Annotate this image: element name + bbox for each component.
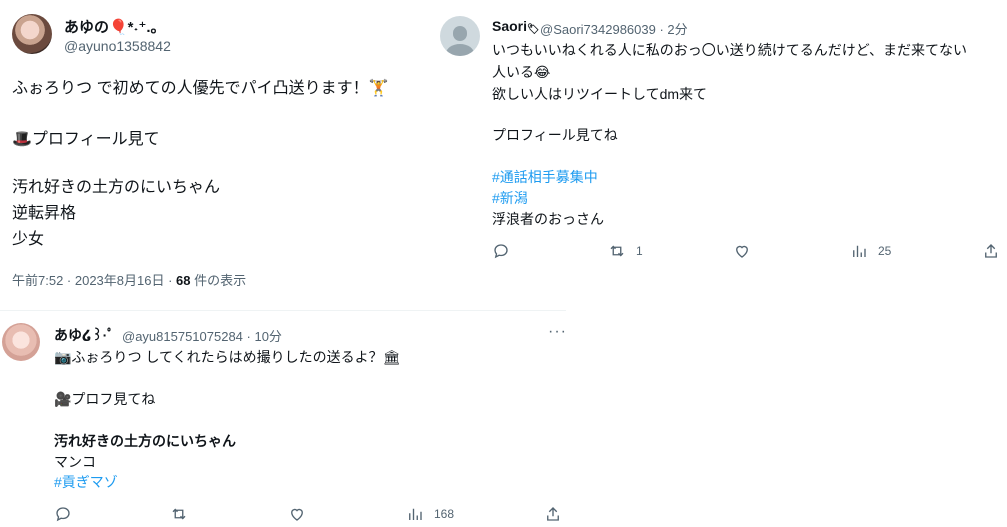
views-icon [409, 508, 422, 520]
tweet-line-6: 逆転昇格 [12, 205, 77, 222]
views-label: 件の表示 [190, 273, 247, 288]
tweet-line-3: 欲しい人はリツイートしてdm来て [492, 86, 708, 102]
user-avatar[interactable] [12, 14, 52, 54]
views-count: 68 [176, 273, 191, 288]
user-avatar[interactable] [440, 16, 480, 56]
tweet-line-5: 浮浪者のおっさん [492, 211, 604, 227]
like-icon [291, 508, 303, 521]
retweet-count: 1 [636, 244, 643, 258]
tweet-line-7: 少女 [12, 231, 45, 248]
share-button[interactable] [544, 505, 562, 523]
views-count: 168 [434, 507, 455, 521]
hashtag-link-2[interactable]: #新潟 [492, 188, 528, 208]
tweet-card-ayuno[interactable]: あゆの🎈*˖⁺.｡ @ayuno1358842 ふぉろりつ で初めての人優先でパ… [0, 0, 436, 308]
views-button[interactable]: 168 [406, 505, 454, 523]
hashtag-link-1[interactable]: #通話相手募集中 [492, 167, 598, 187]
handle-and-time[interactable]: @ayu815751075284 · 10分 [122, 326, 282, 345]
tweet-line-3: 🎩プロフィール見て [12, 131, 160, 148]
tweet-line-1: 📷ふぉろりつ してくれたらはめ撮りしたの送るよ？🏛 [54, 349, 401, 365]
retweet-button[interactable] [170, 505, 188, 523]
display-name[interactable]: あゆの🎈*˖⁺.｡ [64, 16, 158, 37]
tweet-actions: 1 25 [492, 242, 1002, 262]
tweet-actions: 168 [54, 505, 564, 525]
tweet-timestamp[interactable]: 午前7:52 · 2023年8月16日 · [12, 273, 176, 288]
reply-button[interactable] [492, 242, 510, 260]
views-button[interactable]: 25 [850, 242, 891, 260]
tweet-line-1: いつもいいねくれる人に私のおっ〇い送り続けてるんだけど、まだ来てない [492, 42, 968, 58]
tweet-line-4: プロフィール見てね [492, 127, 618, 143]
tweet-line-1: ふぉろりつ で初めての人優先でパイ凸送ります！🏋 [12, 80, 389, 97]
share-button[interactable] [982, 242, 1000, 260]
share-icon [985, 244, 997, 258]
reply-icon [56, 507, 70, 522]
user-handle[interactable]: @ayuno1358842 [64, 38, 171, 54]
tweet-line-5: 汚れ好きの土方のにいちゃん [12, 179, 221, 196]
name-badge-icon: 🏷 [527, 24, 540, 35]
retweet-icon [172, 508, 186, 520]
tweet-line-4: マンコ [54, 454, 96, 470]
like-icon [736, 245, 748, 258]
tweet-card-ayu[interactable]: あゆ໒꒱·ﾟ @ayu815751075284 · 10分 ··· 📷ふぉろりつ… [0, 310, 566, 527]
retweet-icon [610, 245, 624, 257]
views-count: 25 [878, 244, 892, 258]
user-avatar[interactable] [2, 323, 40, 361]
display-name[interactable]: あゆ໒꒱·ﾟ [54, 325, 114, 345]
retweet-button[interactable]: 1 [608, 242, 643, 260]
views-icon [853, 245, 866, 257]
tweet-line-3: 汚れ好きの土方のにいちゃん [54, 433, 236, 449]
hashtag-link[interactable]: #貢ぎマゾ [54, 472, 118, 492]
tweet-line-2: 🎥プロフ見てね [54, 391, 156, 407]
tweet-card-saori[interactable]: Saori🏷 @Saori7342986039 · 2分 いつもいいねくれる人に… [436, 0, 1007, 270]
share-icon [547, 507, 559, 521]
display-name[interactable]: Saori🏷 [492, 18, 540, 35]
reply-icon [494, 244, 508, 259]
reply-button[interactable] [54, 505, 72, 523]
tweet-timestamp-row: 午前7:52 · 2023年8月16日 · 68 件の表示 [12, 270, 246, 289]
handle-and-time[interactable]: @Saori7342986039 · 2分 [540, 19, 688, 38]
like-button[interactable] [288, 505, 306, 523]
like-button[interactable] [733, 242, 751, 260]
tweet-line-2: 人いる😂 [492, 64, 551, 80]
more-options-icon[interactable]: ··· [548, 323, 567, 341]
